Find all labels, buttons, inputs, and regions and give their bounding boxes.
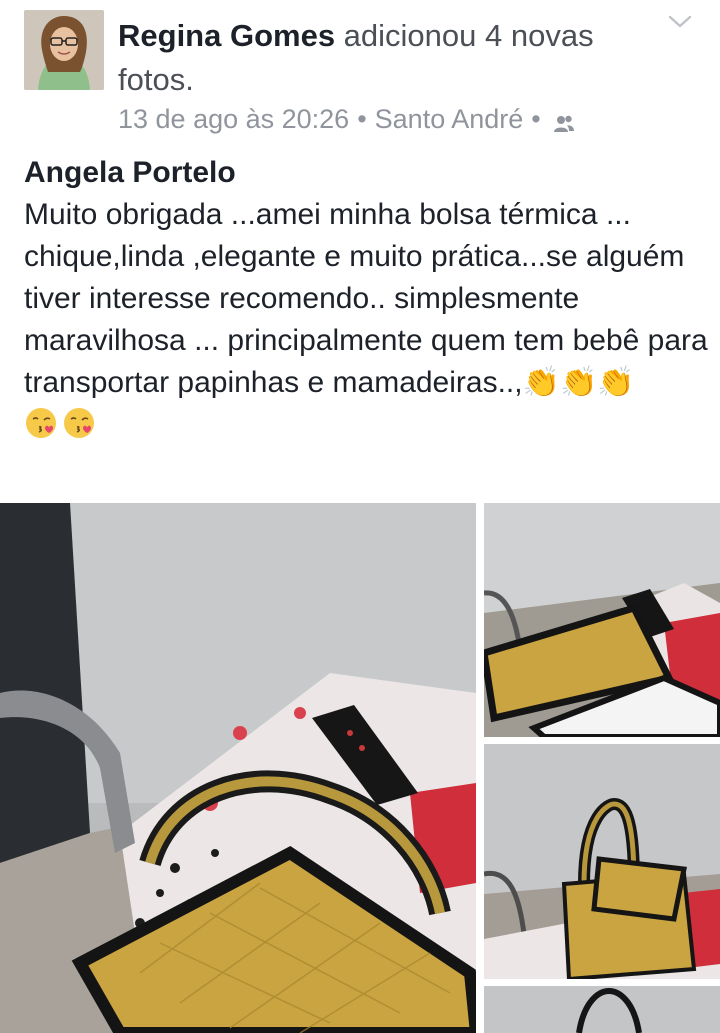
- post-meta: 13 de ago às 20:26 • Santo André •: [118, 104, 575, 135]
- photo-2[interactable]: [484, 503, 720, 737]
- kissing-face-icon: [62, 406, 96, 440]
- clapping-hands-emoji: 👏👏👏: [522, 365, 635, 400]
- post-author-name[interactable]: Regina Gomes: [118, 18, 335, 53]
- kissing-face-icon: [24, 406, 58, 440]
- photo-main[interactable]: [0, 503, 476, 1033]
- friends-icon[interactable]: [553, 110, 575, 132]
- meta-separator: •: [357, 104, 367, 134]
- emoji-row: [24, 406, 714, 440]
- comment-block: Angela Portelo Muito obrigada ...amei mi…: [24, 152, 714, 440]
- post-timestamp[interactable]: 13 de ago às 20:26: [118, 104, 349, 135]
- comment-author-name[interactable]: Angela Portelo: [24, 152, 714, 194]
- post-headline: Regina Gomes adicionou 4 novas fotos.: [118, 14, 658, 102]
- post-header: Regina Gomes adicionou 4 novas fotos. 13…: [0, 0, 720, 150]
- photo-3[interactable]: [484, 744, 720, 979]
- chevron-down-icon[interactable]: [666, 10, 694, 34]
- meta-separator-2: •: [531, 104, 541, 134]
- avatar[interactable]: [24, 10, 104, 90]
- avatar-image: [24, 10, 104, 90]
- comment-body: Muito obrigada ...amei minha bolsa térmi…: [24, 194, 714, 404]
- post-location[interactable]: Santo André: [375, 104, 524, 135]
- photo-4[interactable]: [484, 986, 720, 1033]
- photo-grid: [0, 503, 720, 1033]
